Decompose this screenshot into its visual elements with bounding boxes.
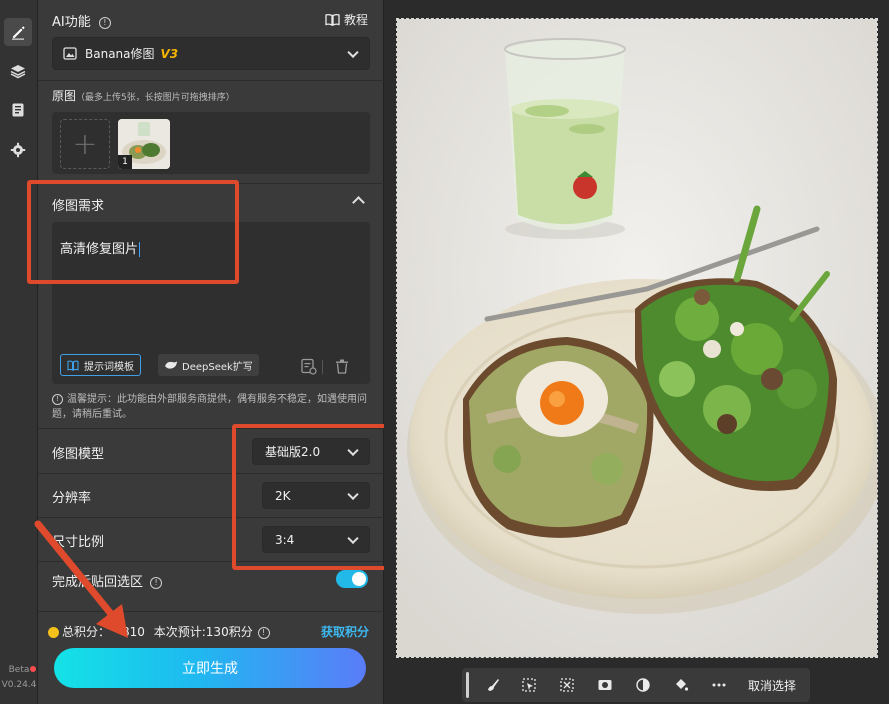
paste-back-toggle[interactable] <box>336 570 368 588</box>
toggle-knob <box>352 572 366 586</box>
book-open-icon <box>67 360 79 371</box>
annotation-box-settings <box>232 424 388 570</box>
food-photo <box>397 19 877 657</box>
chevron-down-icon <box>347 46 359 58</box>
more-icon[interactable] <box>710 676 728 694</box>
tip-info-icon: ! <box>52 393 63 405</box>
drag-handle[interactable] <box>466 672 469 698</box>
thumbnail-index: 1 <box>118 155 132 169</box>
whale-icon <box>165 361 177 369</box>
original-title-text: 原图 <box>52 89 77 103</box>
book-icon <box>325 13 340 26</box>
app-root: Beta V0.24.4 AI功能 ! 教程 Banana修图 V3 原图（最多… <box>0 0 889 704</box>
model-select[interactable]: Banana修图 V3 <box>52 37 370 70</box>
image-edit-icon <box>63 47 77 60</box>
mask-icon[interactable] <box>596 676 614 694</box>
contrast-icon[interactable] <box>634 676 652 694</box>
divider <box>38 80 384 81</box>
tutorial-label: 教程 <box>344 13 369 27</box>
brush-icon[interactable] <box>484 676 502 694</box>
original-note: （最多上传5张，长按图片可拖拽排序） <box>76 93 235 103</box>
canvas-area: 取消选择 <box>384 0 889 704</box>
selected-photo[interactable] <box>396 18 878 658</box>
warm-tip-text: 温馨提示：此功能由外部服务商提供，偶有服务不稳定，如遇使用问题，请稍后重试。 <box>52 394 367 420</box>
prompt-template-label: 提示词模板 <box>84 361 134 373</box>
model-select-label: Banana修图 <box>85 47 155 61</box>
divider <box>322 360 323 374</box>
repair-model-label: 修图模型 <box>52 447 105 462</box>
trash-icon[interactable] <box>335 359 349 374</box>
annotation-box-prompt <box>27 180 239 284</box>
deselect-button[interactable]: 取消选择 <box>748 677 796 694</box>
info-icon[interactable]: ! <box>150 576 163 589</box>
deepseek-button[interactable]: DeepSeek扩写 <box>158 354 259 376</box>
fill-bucket-icon[interactable] <box>672 676 690 694</box>
save-icon[interactable] <box>4 96 32 124</box>
deepseek-label: DeepSeek扩写 <box>182 361 253 373</box>
prompt-template-button[interactable]: 提示词模板 <box>60 354 141 376</box>
info-icon[interactable]: ! <box>98 16 111 29</box>
tutorial-link[interactable]: 教程 <box>325 11 368 28</box>
upload-area: + 1 <box>52 112 370 174</box>
resolution-label: 分辨率 <box>52 491 92 506</box>
gear-icon[interactable] <box>4 136 32 164</box>
get-points-link[interactable]: 获取积分 <box>321 623 369 640</box>
ai-title-text: AI功能 <box>52 15 91 30</box>
annotation-arrow <box>34 520 128 638</box>
image-thumbnail[interactable]: 1 <box>118 119 170 169</box>
original-title: 原图（最多上传5张，长按图片可拖拽排序） <box>52 87 235 104</box>
history-icon[interactable] <box>300 358 317 375</box>
ai-section-title: AI功能 ! <box>52 11 111 30</box>
generate-label: 立即生成 <box>182 661 238 677</box>
estimate-points: 本次预计:130积分 <box>153 625 253 639</box>
info-icon[interactable]: ! <box>257 626 270 639</box>
pen-icon[interactable] <box>4 18 32 46</box>
expand-selection-icon[interactable] <box>558 676 576 694</box>
smart-select-icon[interactable] <box>520 676 538 694</box>
warm-tip: ! 温馨提示：此功能由外部服务商提供，偶有服务不稳定，如遇使用问题，请稍后重试。 <box>52 392 368 422</box>
layers-icon[interactable] <box>4 57 32 85</box>
version-number: V0.24.4 <box>1 680 37 690</box>
generate-button[interactable]: 立即生成 <box>54 648 366 688</box>
chevron-up-icon[interactable] <box>352 196 365 209</box>
add-image-button[interactable]: + <box>60 119 110 169</box>
canvas-toolbar: 取消选择 <box>462 668 810 702</box>
model-version-badge: V3 <box>160 46 179 61</box>
beta-dot <box>30 666 36 672</box>
